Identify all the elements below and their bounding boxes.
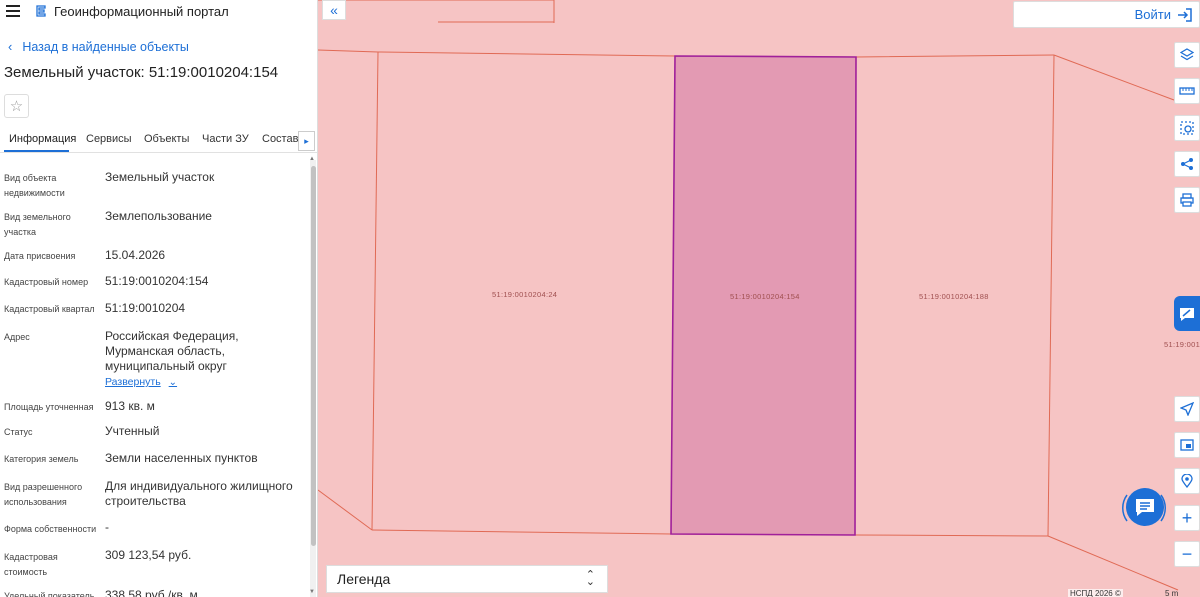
legend-label: Легенда — [337, 571, 391, 587]
chat-button[interactable] — [1117, 481, 1171, 535]
attr-value: 51:19:0010204 — [105, 301, 186, 315]
active-tab-indicator — [4, 150, 69, 152]
chevron-down-icon: ⌄ — [168, 376, 178, 388]
parcel-boundary — [1047, 535, 1179, 591]
attr-label: Вид разрешенного использования — [4, 482, 83, 507]
attr-label: Удельный показатель — [4, 591, 95, 597]
attr-value: Учтенный — [105, 424, 160, 438]
parcel-boundary — [1047, 54, 1055, 537]
login-icon — [1178, 7, 1192, 22]
back-to-results-link[interactable]: ‹ Назад в найденные объекты — [8, 39, 189, 54]
parcel-boundary — [1053, 54, 1175, 101]
parcel-boundary — [318, 0, 555, 23]
double-chevron-left-icon: « — [330, 2, 338, 18]
attr-label: Категория земель — [4, 454, 79, 464]
panel-scrollbar-thumb[interactable] — [311, 166, 316, 546]
legend-dropdown[interactable]: Легенда ⌃ ⌄ — [326, 565, 608, 593]
tabs-scroll-right-button[interactable]: ▸ — [298, 131, 315, 151]
parcel-label-selected[interactable]: 51:19:0010204:154 — [730, 292, 800, 301]
share-icon — [1181, 158, 1193, 170]
parcel-boundary — [318, 489, 373, 531]
scroll-down-arrow-icon[interactable]: ▼ — [309, 589, 315, 595]
chat-icon — [1122, 488, 1166, 526]
plus-icon: + — [1181, 508, 1193, 528]
app-header: Геоинформационный портал — [0, 0, 317, 22]
attr-label: Адрес — [4, 332, 30, 342]
attr-value: 338,58 руб./кв. м — [105, 588, 198, 597]
expand-link-label: Развернуть — [105, 376, 161, 388]
tab-bar: Информация Сервисы Объекты Части ЗУ Сост… — [0, 128, 317, 153]
info-panel: Геоинформационный портал ‹ Назад в найде… — [0, 0, 318, 597]
hamburger-icon[interactable] — [6, 5, 20, 17]
minus-icon: − — [1181, 544, 1193, 564]
attr-label: Дата присвоения — [4, 251, 76, 261]
geolocation-button[interactable] — [1174, 468, 1200, 494]
parcel-label[interactable]: 51:19:0010204:188 — [919, 292, 989, 301]
attr-value: 51:19:0010204:154 — [105, 274, 209, 288]
measure-button[interactable] — [1174, 78, 1200, 104]
map-copyright: НСПД 2026 © — [1068, 589, 1123, 597]
favorite-button[interactable]: ☆ — [4, 94, 29, 118]
back-link-label: Назад в найденные объекты — [22, 39, 189, 54]
map-canvas[interactable]: 51:19:0010204:24 51:19:0010204:154 51:19… — [318, 0, 1200, 597]
attr-value-address: Российская Федерация, Мурманская область… — [105, 329, 239, 373]
print-button[interactable] — [1174, 187, 1200, 213]
parcel-boundary — [371, 51, 379, 531]
minimap-button[interactable] — [1174, 432, 1200, 458]
navigation-icon — [1180, 402, 1194, 416]
tab-objects[interactable]: Объекты — [144, 133, 189, 145]
attr-value: - — [105, 520, 109, 534]
navigate-button[interactable] — [1174, 396, 1200, 422]
attr-value: Земли населенных пунктов — [105, 451, 258, 465]
expand-address-link[interactable]: Развернуть ⌄ — [105, 376, 177, 388]
page-title: Земельный участок: 51:19:0010204:154 — [4, 64, 279, 81]
layers-button[interactable] — [1174, 42, 1200, 68]
attr-value: 309 123,54 руб. — [105, 548, 192, 562]
minimap-icon — [1180, 439, 1194, 451]
tab-composition[interactable]: Состав — [262, 133, 298, 145]
zoom-in-button[interactable]: + — [1174, 505, 1200, 531]
attr-label: Статус — [4, 427, 33, 437]
login-button[interactable]: Войти — [1013, 1, 1200, 28]
tab-parcel-parts[interactable]: Части ЗУ — [202, 133, 249, 145]
login-label: Войти — [1134, 7, 1171, 22]
attr-label: Кадастровый квартал — [4, 304, 95, 314]
tab-information[interactable]: Информация — [9, 133, 76, 145]
chevron-left-icon: ‹ — [8, 39, 13, 54]
tab-services[interactable]: Сервисы — [86, 133, 132, 145]
attr-label: Площадь уточненная — [4, 402, 94, 412]
side-panel-tab[interactable] — [1174, 296, 1200, 331]
attr-label: Вид земельного участка — [4, 212, 71, 237]
map-book-icon — [1180, 307, 1194, 321]
collapse-panel-button[interactable]: « — [322, 0, 346, 20]
chevron-up-down-icon: ⌃ ⌄ — [585, 569, 595, 588]
attr-value: 15.04.2026 — [105, 248, 166, 262]
zoom-out-button[interactable]: − — [1174, 541, 1200, 567]
parcel-label[interactable]: 51:19:001 — [1164, 340, 1200, 349]
star-icon: ☆ — [9, 98, 24, 115]
share-button[interactable] — [1174, 151, 1200, 177]
area-select-icon — [1180, 121, 1194, 135]
area-select-button[interactable] — [1174, 115, 1200, 141]
attr-label: Кадастровая стоимость — [4, 552, 58, 577]
location-pin-icon — [1181, 474, 1193, 488]
attr-label: Кадастровый номер — [4, 277, 89, 287]
printer-icon — [1180, 193, 1194, 207]
attr-value: Для индивидуального жилищного строительс… — [105, 479, 293, 508]
attr-value: Земельный участок — [105, 170, 215, 184]
map-scale: 5 m — [1165, 589, 1179, 597]
scroll-up-arrow-icon[interactable]: ▲ — [309, 156, 315, 162]
app-title: Геоинформационный портал — [54, 3, 229, 19]
parcel-label[interactable]: 51:19:0010204:24 — [492, 290, 557, 299]
attr-label: Вид объекта недвижимости — [4, 173, 65, 198]
attr-value: 913 кв. м — [105, 399, 155, 413]
layers-icon — [1180, 48, 1194, 61]
attr-value: Землепользование — [105, 209, 212, 223]
attr-label: Форма собственности — [4, 524, 97, 534]
ruler-icon — [1179, 87, 1195, 95]
portal-logo-icon — [36, 5, 46, 17]
